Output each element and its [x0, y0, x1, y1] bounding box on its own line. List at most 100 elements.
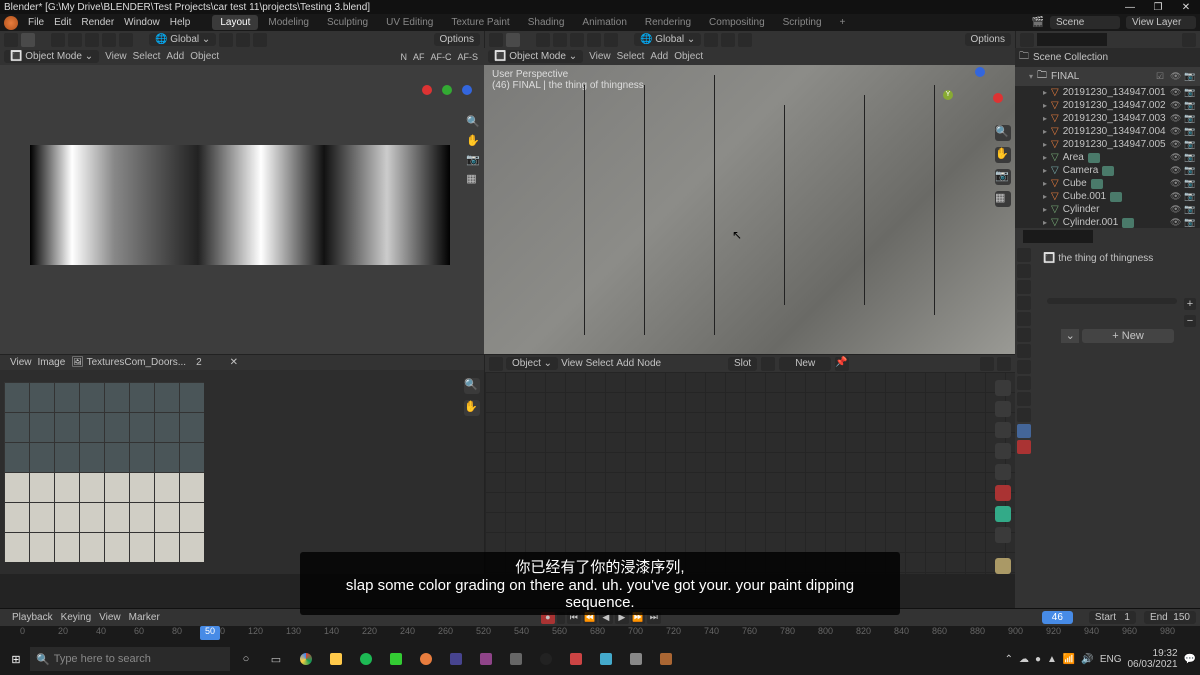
- af-c[interactable]: AF-C: [428, 52, 453, 62]
- pivot-icon[interactable]: [219, 33, 233, 47]
- pin-icon[interactable]: 📌: [835, 357, 849, 371]
- close-icon[interactable]: ✕: [230, 357, 238, 368]
- eye-icon[interactable]: 👁: [1170, 126, 1182, 137]
- tab-modifier-icon[interactable]: [1017, 344, 1031, 358]
- backdrop-icon[interactable]: [997, 357, 1011, 371]
- tab-sculpting[interactable]: Sculpting: [319, 15, 376, 30]
- mat-icon[interactable]: [761, 357, 775, 371]
- playhead[interactable]: 50: [200, 626, 220, 640]
- start-button[interactable]: ⊞: [4, 647, 28, 671]
- camera-icon[interactable]: 📷: [1184, 71, 1196, 82]
- menu-edit[interactable]: Edit: [54, 17, 71, 28]
- chevron-right-icon[interactable]: ▸: [1043, 101, 1047, 110]
- nav-gizmo[interactable]: Y: [963, 75, 1003, 115]
- menu-add[interactable]: Add: [166, 51, 184, 62]
- blender-icon[interactable]: [412, 645, 440, 673]
- chevron-right-icon[interactable]: ▸: [1043, 192, 1047, 201]
- eye-icon[interactable]: 👁: [1170, 71, 1182, 82]
- menu-select[interactable]: Select: [586, 358, 614, 369]
- menu-file[interactable]: File: [28, 17, 44, 28]
- camera-icon[interactable]: 📷: [1184, 113, 1196, 124]
- camera-icon[interactable]: 📷: [1184, 126, 1196, 137]
- camera-icon[interactable]: 📷: [1184, 87, 1196, 98]
- menu-image[interactable]: Image: [38, 357, 66, 368]
- image-canvas[interactable]: 🔍 ✋: [0, 370, 484, 574]
- mat-browse-icon[interactable]: ⌄: [1061, 329, 1079, 343]
- zoom-icon[interactable]: 🔍: [466, 115, 480, 128]
- aftereffects-icon[interactable]: [442, 645, 470, 673]
- wifi-icon[interactable]: 📶: [1063, 654, 1075, 665]
- minimize-button[interactable]: —: [1120, 2, 1140, 13]
- viewport-left[interactable]: 🔳 Object Mode ⌄ View Select Add Object N…: [0, 48, 484, 354]
- tool-icon[interactable]: [995, 558, 1011, 574]
- perspective-icon[interactable]: ▦: [995, 191, 1011, 207]
- propedit-icon[interactable]: [738, 33, 752, 47]
- drive-icon[interactable]: ☁: [1019, 654, 1029, 665]
- app-icon[interactable]: [652, 645, 680, 673]
- options-dropdown[interactable]: Options: [434, 33, 480, 46]
- tab-uv[interactable]: UV Editing: [378, 15, 441, 30]
- menu-view[interactable]: View: [561, 358, 583, 369]
- camera-icon[interactable]: 📷: [1184, 152, 1196, 163]
- nav-gizmo[interactable]: [422, 75, 472, 105]
- tool-icon[interactable]: [995, 380, 1011, 396]
- menu-marker[interactable]: Marker: [129, 612, 160, 623]
- image-selector[interactable]: 🖼 TexturesCom_Doors...: [71, 357, 186, 368]
- obs-icon[interactable]: [532, 645, 560, 673]
- tab-layout[interactable]: Layout: [212, 15, 258, 30]
- clock[interactable]: 19:32 06/03/2021: [1127, 648, 1177, 670]
- snap-icon[interactable]: [68, 33, 82, 47]
- eye-icon[interactable]: 👁: [1170, 113, 1182, 124]
- menu-object[interactable]: Object: [674, 51, 703, 62]
- close-button[interactable]: ✕: [1176, 2, 1196, 13]
- orientation-dropdown[interactable]: 🌐 Global ⌄: [149, 33, 216, 46]
- explorer-icon[interactable]: [322, 645, 350, 673]
- outliner-item[interactable]: ▸ ▽ Cylinder.001 👁📷: [1015, 216, 1200, 228]
- cursor-tool-icon[interactable]: [489, 33, 503, 47]
- move-icon[interactable]: ✋: [466, 134, 480, 147]
- chevron-right-icon[interactable]: ▸: [1043, 153, 1047, 162]
- tab-output-icon[interactable]: [1017, 264, 1031, 278]
- premiere-icon[interactable]: [472, 645, 500, 673]
- tab-texture[interactable]: Texture Paint: [443, 15, 517, 30]
- outliner-filter-icon[interactable]: [1020, 33, 1034, 47]
- perspective-icon[interactable]: ▦: [466, 172, 480, 185]
- tool-icon[interactable]: [995, 527, 1011, 543]
- outliner-root[interactable]: 🗀 Scene Collection: [1015, 48, 1200, 67]
- snap-icon[interactable]: [85, 33, 99, 47]
- snap-icon[interactable]: [553, 33, 567, 47]
- eye-icon[interactable]: 👁: [1170, 178, 1182, 189]
- tab-animation[interactable]: Animation: [574, 15, 634, 30]
- camera-icon[interactable]: 📷: [1184, 204, 1196, 215]
- taskview-icon[interactable]: ▭: [262, 645, 290, 673]
- tab-modeling[interactable]: Modeling: [260, 15, 317, 30]
- tab-data-icon[interactable]: [1017, 408, 1031, 422]
- viewport-right[interactable]: 🔳 Object Mode ⌄ View Select Add Object: [484, 48, 1015, 354]
- snap-icon[interactable]: [570, 33, 584, 47]
- snap-icon[interactable]: [536, 33, 550, 47]
- eye-icon[interactable]: 👁: [1170, 100, 1182, 111]
- app-icon[interactable]: [622, 645, 650, 673]
- tab-shading[interactable]: Shading: [520, 15, 573, 30]
- props-search-input[interactable]: [1023, 230, 1093, 243]
- move-icon[interactable]: ✋: [464, 400, 480, 416]
- af-af[interactable]: AF: [411, 52, 427, 62]
- chevron-right-icon[interactable]: ▸: [1043, 218, 1047, 227]
- snap-toggle-icon[interactable]: [236, 33, 250, 47]
- new-collection-icon[interactable]: [1182, 33, 1196, 47]
- tool-icon[interactable]: [995, 422, 1011, 438]
- tab-physics-icon[interactable]: [1017, 376, 1031, 390]
- camera-icon[interactable]: 📷: [1184, 100, 1196, 111]
- menu-playback[interactable]: Playback: [12, 612, 53, 623]
- menu-window[interactable]: Window: [124, 17, 160, 28]
- zoom-icon[interactable]: 🔍: [995, 125, 1011, 141]
- chevron-right-icon[interactable]: ▸: [1043, 205, 1047, 214]
- af-s[interactable]: AF-S: [455, 52, 480, 62]
- new-button[interactable]: New: [779, 357, 831, 371]
- tab-material-icon[interactable]: [1017, 424, 1031, 438]
- menu-view[interactable]: View: [10, 357, 32, 368]
- app-icon[interactable]: [502, 645, 530, 673]
- exclude-icon[interactable]: ☑: [1156, 71, 1168, 82]
- menu-view[interactable]: View: [105, 51, 127, 62]
- mode-dropdown[interactable]: 🔳 Object Mode ⌄: [488, 50, 583, 63]
